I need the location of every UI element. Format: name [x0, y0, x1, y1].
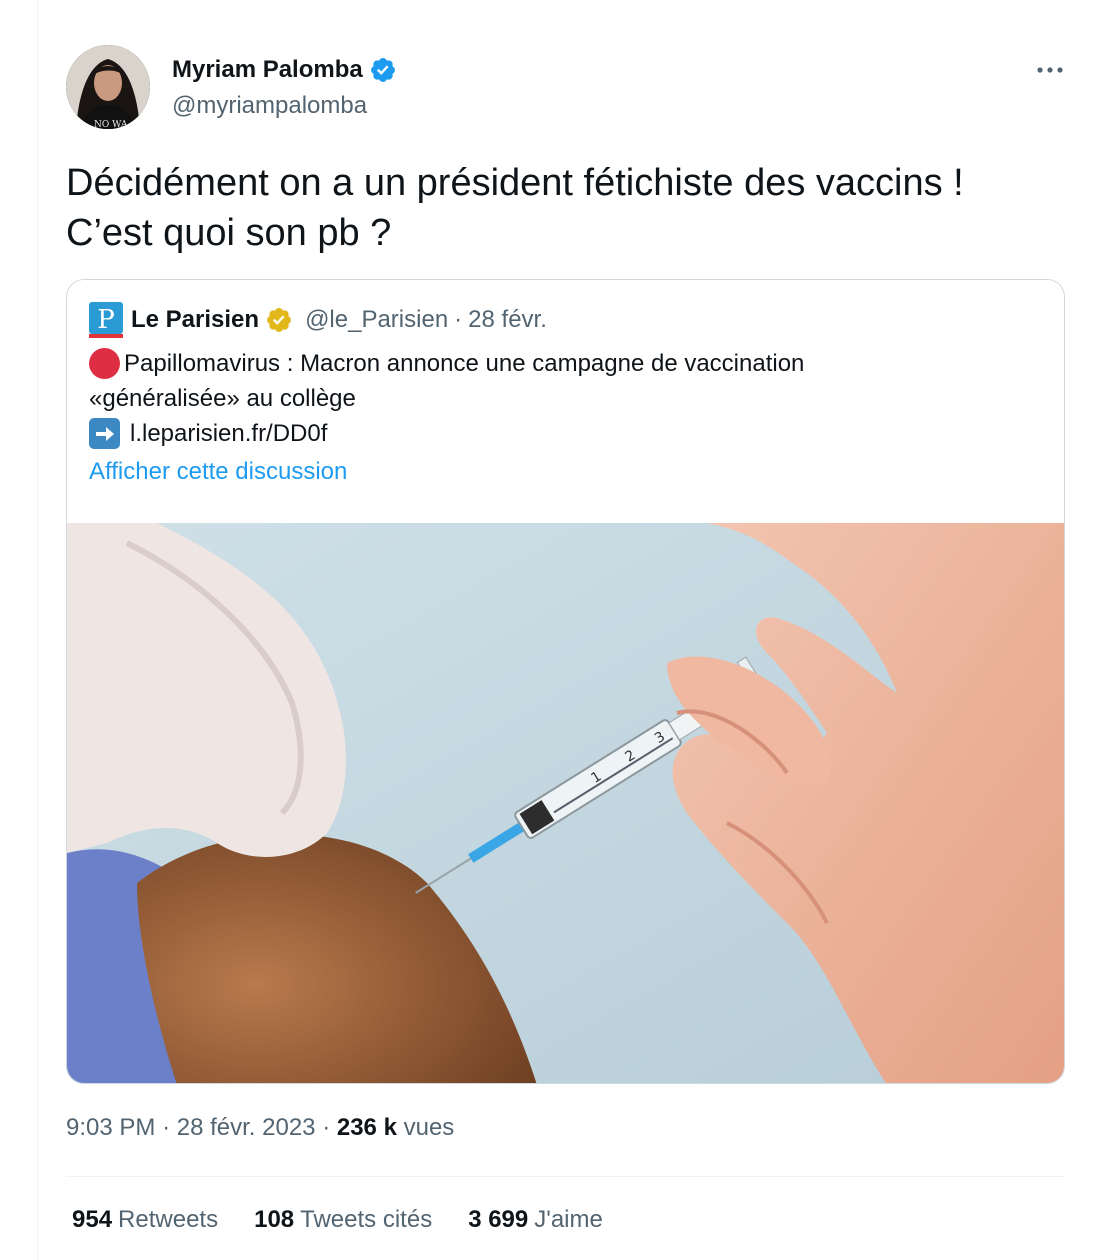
quotes-count: 108	[254, 1206, 295, 1233]
quoted-date: 28 févr.	[468, 306, 547, 333]
quoted-line-1: Papillomavirus : Macron annonce une camp…	[89, 346, 1039, 381]
retweets-stat[interactable]: 954 Retweets	[72, 1206, 218, 1234]
quote-tweets-stat[interactable]: 108 Tweets cités	[254, 1206, 432, 1234]
quoted-tweet-body: Papillomavirus : Macron annonce une camp…	[89, 346, 1039, 451]
tweet-meta: 9:03 PM · 28 févr. 2023 · 236 k vues	[66, 1114, 454, 1142]
author-name[interactable]: Myriam Palomba	[172, 56, 363, 84]
quoted-author-name: Le Parisien	[131, 306, 260, 333]
tweet-text: Décidément on a un président fétichiste …	[66, 162, 964, 254]
more-icon	[1037, 67, 1063, 73]
tweet-date[interactable]: 28 févr. 2023	[177, 1114, 316, 1141]
likes-label: J'aime	[534, 1206, 603, 1233]
author-avatar[interactable]: NO WA	[66, 45, 150, 129]
views-label: vues	[403, 1114, 455, 1141]
logo-letter: P	[97, 305, 115, 335]
separator-dot: ·	[322, 1114, 331, 1141]
separator-dot: ·	[454, 306, 463, 333]
quoted-link[interactable]: l.leparisien.fr/DD0f	[130, 416, 327, 451]
quoted-line-2: «généralisée» au collège	[89, 381, 1039, 416]
quoted-line-3: l.leparisien.fr/DD0f	[89, 416, 1039, 451]
red-circle-icon	[89, 348, 120, 379]
retweets-label: Retweets	[118, 1206, 219, 1233]
likes-count: 3 699	[468, 1206, 529, 1233]
quoted-text-line1: Papillomavirus : Macron annonce une camp…	[124, 350, 805, 377]
quoted-text-line2: «généralisée» au collège	[89, 385, 356, 412]
separator-dot: ·	[162, 1114, 171, 1141]
vaccine-photo[interactable]: 1 2 3	[67, 523, 1065, 1084]
quoted-author-handle: @le_Parisien	[305, 306, 449, 333]
avatar-image: NO WA	[66, 45, 150, 129]
le-parisien-logo: P	[89, 302, 123, 338]
author-handle[interactable]: @myriampalomba	[172, 92, 367, 120]
quotes-label: Tweets cités	[300, 1206, 433, 1233]
quoted-tweet-card[interactable]: P Le Parisien @le_Parisien · 28 févr. Pa…	[66, 279, 1065, 1084]
verified-badge-icon	[370, 58, 395, 82]
show-thread-link[interactable]: Afficher cette discussion	[89, 458, 347, 486]
author-name-row[interactable]: Myriam Palomba	[172, 56, 397, 84]
views-count: 236 k	[336, 1114, 397, 1141]
tweet-time[interactable]: 9:03 PM	[66, 1114, 155, 1141]
retweets-count: 954	[72, 1206, 113, 1233]
gold-verified-badge-icon	[267, 308, 292, 332]
likes-stat[interactable]: 3 699 J'aime	[468, 1206, 603, 1234]
right-arrow-icon	[89, 418, 120, 449]
quoted-tweet-header: P Le Parisien @le_Parisien · 28 févr.	[89, 302, 547, 338]
engagement-stats: 954 Retweets 108 Tweets cités 3 699 J'aime	[72, 1206, 603, 1234]
divider	[66, 1176, 1065, 1177]
more-options-button[interactable]	[1030, 58, 1070, 82]
